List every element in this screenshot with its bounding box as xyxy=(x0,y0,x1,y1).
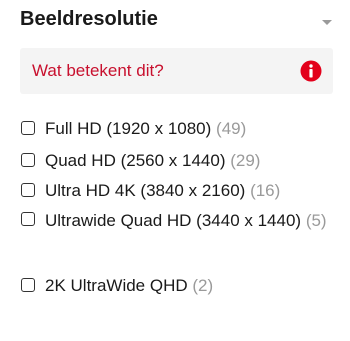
resolution-filter-panel: Beeldresolutie Wat betekent dit? Full HD… xyxy=(0,0,350,341)
option-count: (16) xyxy=(250,181,281,200)
option-label: Quad HD (2560 x 1440) xyxy=(45,151,226,170)
info-link[interactable]: Wat betekent dit? xyxy=(20,48,333,94)
chevron-down-icon[interactable] xyxy=(320,14,334,25)
option-count: (49) xyxy=(216,119,247,138)
option-label-wrap: Quad HD (2560 x 1440) (29) xyxy=(45,146,340,175)
filter-option-ultrawide-quad-hd[interactable]: Ultrawide Quad HD (3440 x 1440) (5) xyxy=(20,204,340,269)
checkbox[interactable] xyxy=(21,121,35,135)
option-label: 2K UltraWide QHD xyxy=(45,276,188,295)
filter-options-list: Full HD (1920 x 1080) (49) Quad HD (2560… xyxy=(20,113,340,299)
option-count: (29) xyxy=(230,151,261,170)
filter-option-full-hd[interactable]: Full HD (1920 x 1080) (49) xyxy=(20,113,340,144)
filter-option-quad-hd[interactable]: Quad HD (2560 x 1440) (29) xyxy=(20,144,340,174)
option-label-wrap: Ultrawide Quad HD (3440 x 1440) (5) xyxy=(45,205,340,236)
option-label: Ultra HD 4K (3840 x 2160) xyxy=(45,181,246,200)
info-icon xyxy=(300,60,322,82)
filter-option-2k-ultrawide-qhd[interactable]: 2K UltraWide QHD (2) xyxy=(20,269,340,299)
checkbox[interactable] xyxy=(21,183,35,197)
option-label-wrap: 2K UltraWide QHD (2) xyxy=(45,271,340,300)
option-count: (2) xyxy=(192,276,214,295)
checkbox[interactable] xyxy=(21,212,35,226)
checkbox[interactable] xyxy=(21,153,35,167)
option-label-wrap: Full HD (1920 x 1080) (49) xyxy=(45,114,340,143)
info-link-label: Wat betekent dit? xyxy=(32,61,164,80)
filter-header[interactable]: Beeldresolutie xyxy=(20,6,336,34)
option-label-wrap: Ultra HD 4K (3840 x 2160) (16) xyxy=(45,176,340,205)
filter-title: Beeldresolutie xyxy=(20,8,158,30)
filter-option-ultra-hd-4k[interactable]: Ultra HD 4K (3840 x 2160) (16) xyxy=(20,174,340,204)
option-label: Full HD (1920 x 1080) xyxy=(45,119,212,138)
option-count: (5) xyxy=(305,211,327,230)
checkbox[interactable] xyxy=(21,278,35,292)
option-label: Ultrawide Quad HD (3440 x 1440) xyxy=(45,211,302,230)
